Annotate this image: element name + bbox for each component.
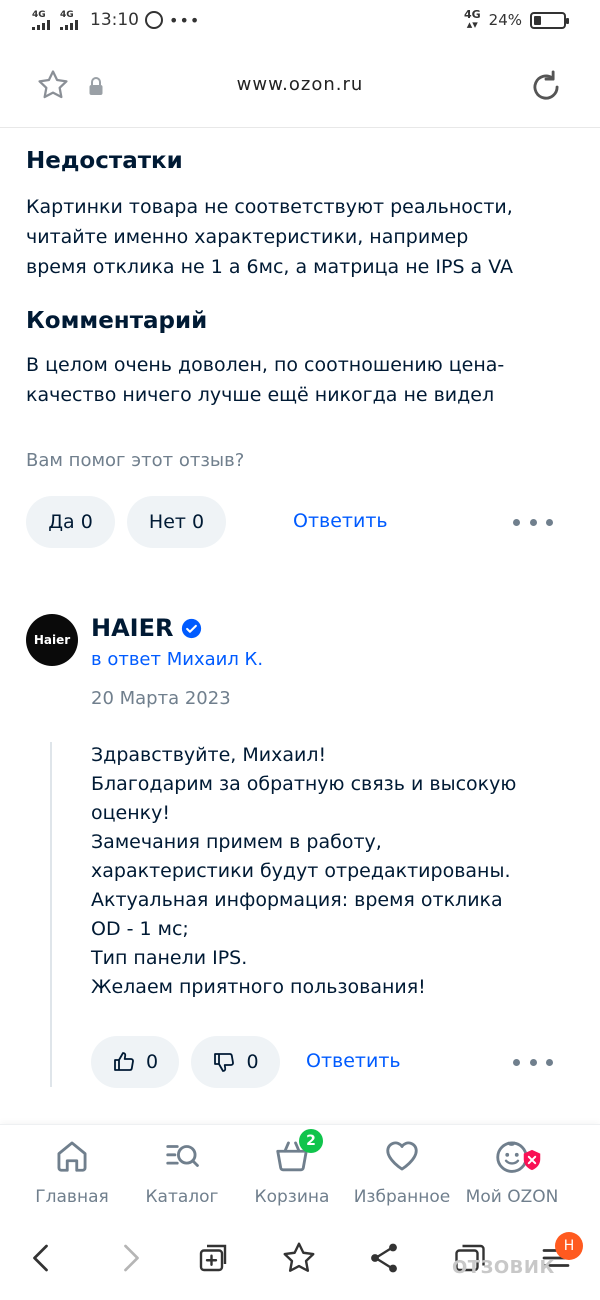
- network-type-icon: 4G ▴▾: [463, 8, 481, 31]
- new-tab-icon[interactable]: [195, 1240, 231, 1276]
- tab-cart[interactable]: 2 Корзина: [232, 1129, 352, 1207]
- catalog-search-icon: [166, 1145, 199, 1167]
- verified-icon: [182, 618, 202, 638]
- bottom-tab-bar: Главная Каталог 2 Корзина Избранное Мой …: [0, 1124, 600, 1220]
- in-reply-to-link[interactable]: в ответ Михаил К.: [91, 649, 263, 670]
- more-notifications-icon: •••: [169, 10, 201, 30]
- thumbs-up-icon: [114, 1052, 134, 1071]
- favorites-star-icon[interactable]: [281, 1240, 317, 1276]
- alert-badge-icon: [523, 1149, 541, 1171]
- cart-count-badge: 2: [299, 1129, 323, 1153]
- back-icon[interactable]: [24, 1240, 60, 1276]
- seller-reply-text: Здравствуйте, Михаил! Благодарим за обра…: [91, 744, 517, 998]
- clock: 13:10: [90, 10, 139, 30]
- battery-icon: [530, 11, 569, 29]
- like-button[interactable]: 0: [91, 1036, 179, 1088]
- seller-name[interactable]: HAIER: [91, 614, 202, 642]
- tab-favorites[interactable]: Избранное: [342, 1137, 462, 1207]
- tab-catalog[interactable]: Каталог: [122, 1137, 242, 1207]
- helpful-question: Вам помог этот отзыв?: [26, 450, 245, 471]
- reply-link[interactable]: Ответить: [293, 510, 388, 532]
- seller-reply-link[interactable]: Ответить: [306, 1050, 401, 1072]
- data-saver-icon: [145, 11, 163, 29]
- seller-avatar: Haier: [26, 614, 78, 666]
- share-icon[interactable]: [366, 1240, 402, 1276]
- battery-percent: 24%: [488, 11, 522, 29]
- status-bar: 4G 4G 13:10 ••• 4G ▴▾ 24%: [0, 0, 600, 46]
- watermark: ОТЗОВИК: [452, 1257, 555, 1278]
- sim1-signal-icon: 4G: [32, 10, 50, 30]
- url-text[interactable]: www.ozon.ru: [0, 74, 600, 95]
- comment-heading: Комментарий: [26, 308, 208, 334]
- heart-icon: [386, 1141, 418, 1171]
- more-options-icon[interactable]: [513, 512, 553, 532]
- comment-text: В целом очень доволен, по соотношению це…: [26, 354, 505, 406]
- thumbs-down-icon: [214, 1053, 235, 1072]
- forward-icon[interactable]: [112, 1240, 148, 1276]
- quote-divider: [50, 742, 52, 1087]
- reply-date: 20 Марта 2023: [91, 688, 231, 709]
- browser-url-bar: www.ozon.ru: [0, 48, 600, 128]
- helpful-no-button[interactable]: Нет 0: [127, 496, 226, 548]
- tab-my-ozon[interactable]: Мой OZON: [452, 1137, 572, 1207]
- home-icon: [57, 1141, 87, 1172]
- tab-home[interactable]: Главная: [12, 1137, 132, 1207]
- dislike-button[interactable]: 0: [191, 1036, 280, 1088]
- reload-icon[interactable]: [527, 68, 565, 106]
- sim2-signal-icon: 4G: [60, 10, 78, 30]
- helpful-yes-button[interactable]: Да 0: [26, 496, 115, 548]
- seller-more-options-icon[interactable]: [513, 1052, 553, 1072]
- profile-avatar[interactable]: H: [555, 1232, 583, 1260]
- cons-heading: Недостатки: [26, 148, 183, 174]
- cons-text: Картинки товара не соответствуют реально…: [26, 196, 514, 278]
